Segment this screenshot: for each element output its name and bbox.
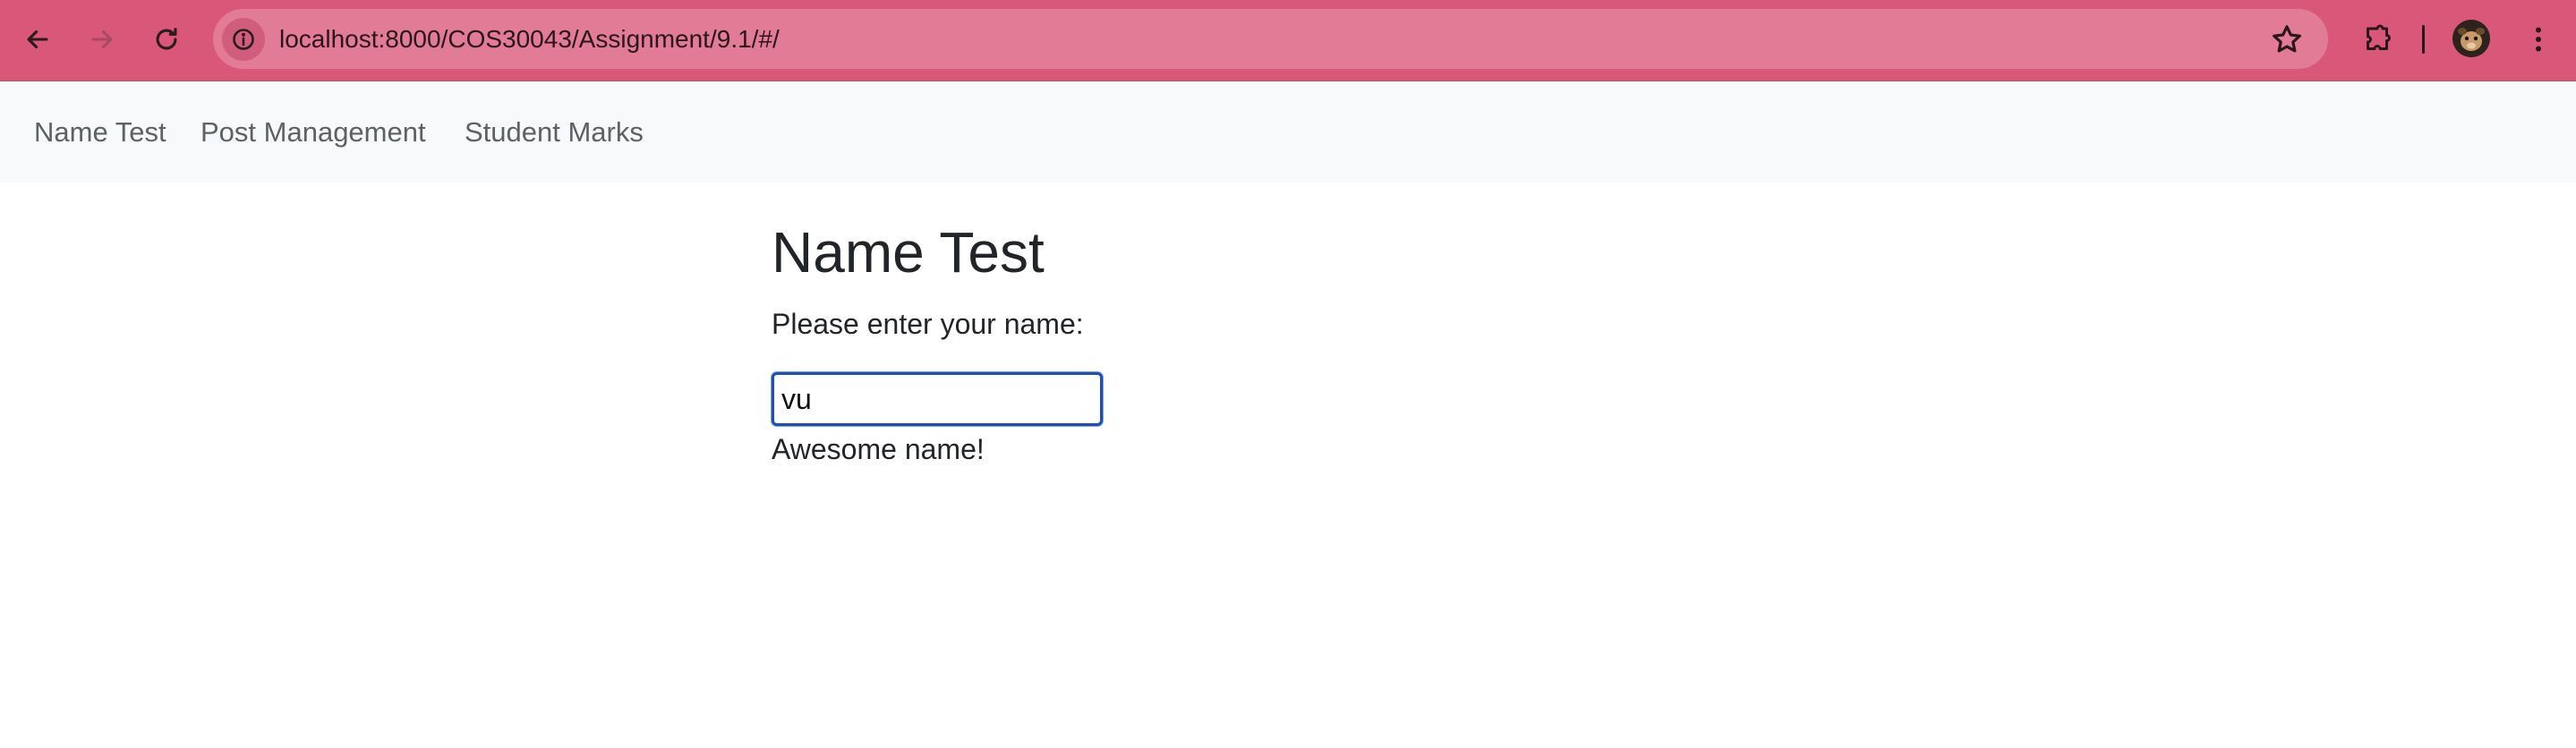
forward-arrow-icon[interactable] [79,16,125,63]
reload-icon[interactable] [143,16,190,63]
name-input[interactable] [772,372,1103,426]
name-feedback: Awesome name! [772,433,985,465]
kebab-menu-icon[interactable] [2515,16,2562,63]
info-icon[interactable] [222,18,265,61]
page-title: Name Test [772,220,1045,285]
address-bar[interactable]: localhost:8000/COS30043/Assignment/9.1/#… [213,9,2328,69]
puzzle-icon[interactable] [2354,16,2401,63]
page-navbar: Name Test Post Management Student Marks [0,82,2576,183]
avatar[interactable] [2452,20,2490,57]
nav-link-post-management[interactable]: Post Management [200,82,426,183]
toolbar-divider [2422,25,2425,54]
browser-toolbar: localhost:8000/COS30043/Assignment/9.1/#… [0,0,2576,81]
star-icon[interactable] [2269,21,2305,57]
main-content: Name Test Please enter your name: Awesom… [772,224,1846,466]
url-text[interactable]: localhost:8000/COS30043/Assignment/9.1/#… [279,9,780,69]
nav-link-student-marks[interactable]: Student Marks [465,82,644,183]
name-prompt-label: Please enter your name: [772,308,1084,340]
nav-link-name-test[interactable]: Name Test [34,82,166,183]
back-arrow-icon[interactable] [14,16,61,63]
